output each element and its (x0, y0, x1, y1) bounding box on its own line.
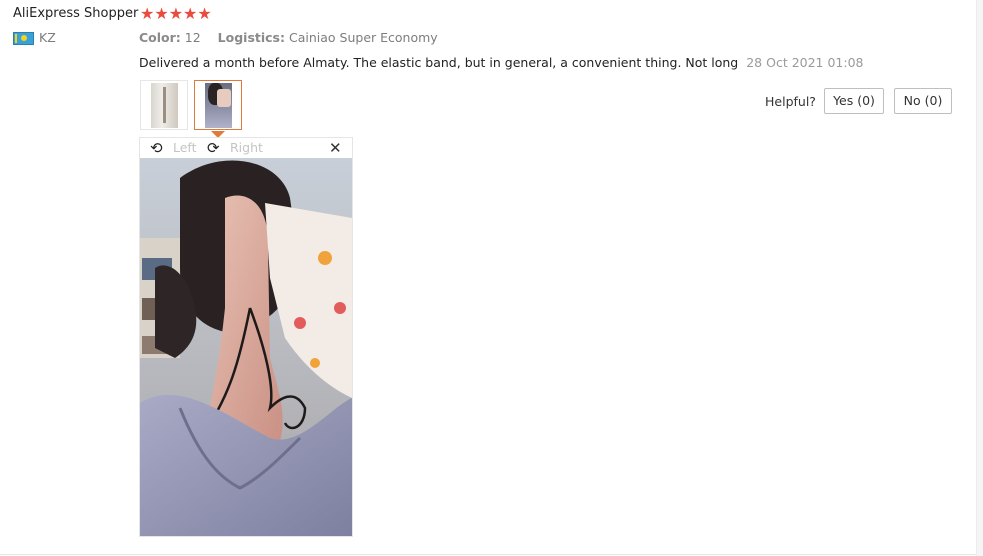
rotate-right-button[interactable]: Right (230, 140, 263, 155)
review-body: Delivered a month before Almaty. The ela… (139, 55, 864, 70)
rotate-right-icon[interactable]: ⟳ (207, 139, 220, 157)
photo-viewer-toolbar: ⟲ Left ⟳ Right ✕ (140, 138, 352, 158)
scrollbar[interactable] (976, 0, 983, 556)
photo-viewer: ⟲ Left ⟳ Right ✕ (139, 137, 353, 537)
logistics-label: Logistics: (217, 30, 285, 45)
helpful-yes-button[interactable]: Yes (0) (824, 88, 884, 114)
rotate-left-button[interactable]: Left (173, 140, 197, 155)
review-photo-large (140, 158, 352, 536)
country-flag-icon (13, 32, 34, 45)
logistics-value: Cainiao Super Economy (288, 30, 438, 45)
color-label: Color: (139, 30, 181, 45)
color-value: 12 (184, 30, 201, 45)
reviewer-country: KZ (39, 30, 56, 45)
review-date: 28 Oct 2021 01:08 (746, 55, 864, 70)
review-photo-image (140, 158, 352, 536)
helpful-label: Helpful? (765, 94, 816, 109)
reviewer-name: AliExpress Shopper (13, 6, 139, 21)
review-photo-thumbnail-1[interactable] (140, 80, 188, 130)
rotate-left-icon[interactable]: ⟲ (150, 139, 163, 157)
helpful-no-button[interactable]: No (0) (894, 88, 952, 114)
order-attributes: Color: 12 Logistics: Cainiao Super Econo… (139, 30, 438, 45)
close-icon[interactable]: ✕ (329, 139, 342, 157)
review-text: Delivered a month before Almaty. The ela… (139, 55, 739, 70)
divider (0, 554, 976, 555)
review-photo-thumbnail-2[interactable] (194, 80, 242, 130)
star-rating: ★★★★★ (140, 4, 212, 23)
